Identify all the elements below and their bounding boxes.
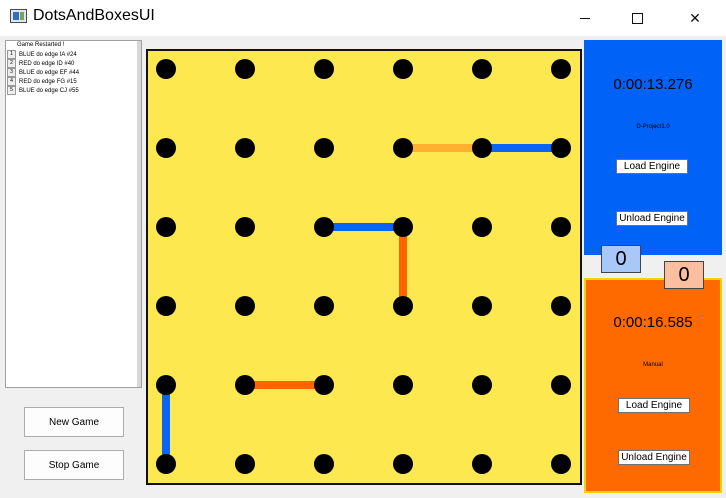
log-scrollbar[interactable]	[137, 41, 141, 387]
board-dot[interactable]	[314, 375, 334, 395]
move-log[interactable]: Game Restarted ! 1 BLUE do edge IA #24 2…	[5, 40, 142, 388]
stop-game-button[interactable]: Stop Game	[24, 450, 124, 480]
board-dot[interactable]	[314, 296, 334, 316]
board-dot[interactable]	[393, 217, 413, 237]
board-dot[interactable]	[393, 454, 413, 474]
board-dot[interactable]	[472, 138, 492, 158]
window-title: DotsAndBoxesUI	[33, 7, 155, 24]
board-dot[interactable]	[314, 217, 334, 237]
close-button[interactable]: ✕	[672, 0, 718, 36]
log-entry-text: BLUE do edge CJ #55	[19, 87, 79, 94]
log-entry-number: 2	[7, 59, 16, 68]
board-dot[interactable]	[393, 375, 413, 395]
red-engine-name: Manual	[643, 362, 663, 368]
log-entry-text: BLUE do edge EF #44	[19, 69, 80, 76]
board-canvas[interactable]	[146, 49, 582, 485]
board-dot[interactable]	[156, 217, 176, 237]
board-dot[interactable]	[551, 138, 571, 158]
log-entry-number: 5	[7, 86, 16, 95]
blue-score: 0	[601, 245, 641, 273]
log-entry[interactable]: 5 BLUE do edge CJ #55	[7, 86, 79, 95]
log-entry[interactable]: 3 BLUE do edge EF #44	[7, 68, 79, 77]
log-header: Game Restarted !	[17, 42, 65, 48]
log-entry-number: 4	[7, 77, 16, 86]
board-dot[interactable]	[393, 138, 413, 158]
blue-load-engine-button[interactable]: Load Engine	[616, 159, 688, 174]
maximize-icon	[631, 12, 643, 24]
red-player-panel: 0:00:16.585 Manual Load Engine Unload En…	[584, 278, 722, 493]
board-dot[interactable]	[314, 59, 334, 79]
blue-timer: 0:00:13.276	[613, 76, 693, 93]
red-unload-engine-button[interactable]: Unload Engine	[618, 450, 690, 465]
board-dot[interactable]	[472, 296, 492, 316]
board-dot[interactable]	[551, 375, 571, 395]
new-game-button[interactable]: New Game	[24, 407, 124, 437]
minimize-icon	[580, 17, 590, 19]
board-dot[interactable]	[235, 138, 255, 158]
board-dot[interactable]	[156, 138, 176, 158]
board-dot[interactable]	[235, 59, 255, 79]
red-load-engine-button[interactable]: Load Engine	[618, 398, 690, 413]
board-dot[interactable]	[551, 454, 571, 474]
log-entry-number: 3	[7, 68, 16, 77]
minimize-button[interactable]	[562, 0, 608, 36]
board-dot[interactable]	[393, 59, 413, 79]
blue-unload-engine-button[interactable]: Unload Engine	[616, 211, 688, 226]
close-icon: ✕	[689, 9, 701, 26]
board-dot[interactable]	[472, 454, 492, 474]
board-dot[interactable]	[235, 217, 255, 237]
log-entry[interactable]: 4 RED do edge FG #15	[7, 77, 77, 86]
log-entry-text: RED do edge FG #15	[19, 78, 77, 85]
board-dot[interactable]	[156, 375, 176, 395]
board-dot[interactable]	[156, 454, 176, 474]
board-dot[interactable]	[551, 217, 571, 237]
blue-player-panel: 0:00:13.276 D-Project1.0 Load Engine Unl…	[584, 40, 722, 255]
log-entry-text: RED do edge ID #40	[19, 60, 75, 67]
board-dot[interactable]	[156, 59, 176, 79]
blue-engine-name: D-Project1.0	[636, 124, 670, 130]
board-dot[interactable]	[156, 296, 176, 316]
board-dot[interactable]	[551, 59, 571, 79]
log-entry-text: BLUE do edge IA #24	[19, 51, 77, 58]
game-board[interactable]	[146, 49, 582, 485]
board-dot[interactable]	[235, 296, 255, 316]
log-entry[interactable]: 2 RED do edge ID #40	[7, 59, 74, 68]
board-dot[interactable]	[472, 375, 492, 395]
board-dot[interactable]	[235, 454, 255, 474]
board-dot[interactable]	[314, 454, 334, 474]
red-timer: 0:00:16.585	[613, 314, 693, 331]
board-dot[interactable]	[235, 375, 255, 395]
maximize-button[interactable]	[614, 0, 660, 36]
board-dot[interactable]	[393, 296, 413, 316]
log-entry[interactable]: 1 BLUE do edge IA #24	[7, 50, 77, 59]
board-dot[interactable]	[314, 138, 334, 158]
board-dot[interactable]	[472, 217, 492, 237]
red-score: 0	[664, 261, 704, 289]
log-entry-number: 1	[7, 50, 16, 59]
app-icon	[10, 9, 27, 23]
board-dot[interactable]	[472, 59, 492, 79]
board-dot[interactable]	[551, 296, 571, 316]
title-bar: DotsAndBoxesUI ✕	[0, 0, 726, 36]
